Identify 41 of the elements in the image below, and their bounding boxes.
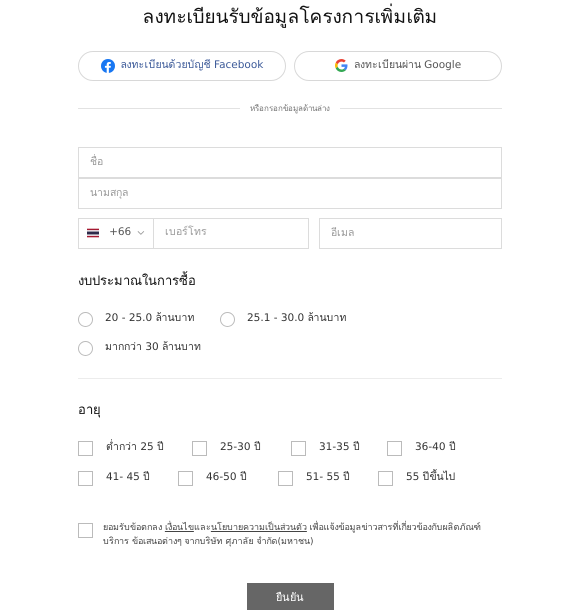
option-label: 55 ปีขึ้นไป	[406, 470, 456, 486]
facebook-signup-button[interactable]: ลงทะเบียนด้วยบัญชี Facebook	[78, 50, 286, 81]
checkbox[interactable]	[78, 470, 93, 486]
checkbox[interactable]	[78, 440, 93, 456]
first-name-field[interactable]: ชื่อ	[78, 146, 502, 178]
facebook-icon	[100, 58, 115, 73]
submit-button[interactable]: ยืนยัน	[246, 582, 334, 610]
policy-link[interactable]: นโยบายความเป็นส่วนตัว	[210, 522, 307, 533]
google-signup-button[interactable]: ลงทะเบียนผ่าน Google	[294, 50, 502, 81]
radio-button[interactable]	[78, 340, 93, 356]
checkbox[interactable]	[387, 440, 402, 456]
checkbox[interactable]	[378, 470, 393, 486]
thai-flag-icon	[87, 228, 100, 238]
option-label: 25-30 ปี	[220, 440, 261, 456]
divider-label: หรือกรอกข้อมูลด้านล่าง	[250, 102, 330, 115]
page-title: ลงทะเบียนรับข้อมูลโครงการเพิ่มเติม	[78, 6, 502, 29]
option-label: ต่ำกว่า 25 ปี	[106, 440, 164, 456]
policy-link[interactable]: เงื่อนไข	[164, 522, 194, 533]
option-label: 51- 55 ปี	[306, 470, 350, 486]
option-label: 20 - 25.0 ล้านบาท	[105, 311, 195, 326]
checkbox[interactable]	[278, 470, 293, 486]
phone-field[interactable]: +66 เบอร์โทร	[78, 218, 309, 249]
checkbox[interactable]	[78, 522, 93, 538]
chevron-down-icon	[137, 230, 145, 236]
option-label: 46-50 ปี	[206, 470, 247, 486]
checkbox[interactable]	[291, 440, 306, 456]
radio-button[interactable]	[220, 312, 235, 327]
checkbox[interactable]	[192, 440, 207, 456]
google-icon	[334, 59, 348, 72]
option-label: 25.1 - 30.0 ล้านบาท	[247, 311, 347, 326]
checkbox[interactable]	[178, 470, 193, 486]
option-label: 31-35 ปี	[319, 440, 360, 456]
radio-button[interactable]	[78, 312, 93, 327]
option-label: 36-40 ปี	[415, 440, 456, 456]
section-heading: งบประมาณในการซื้อ	[78, 274, 502, 290]
consent-text: ยอมรับข้อตกลง เงื่อนไขและนโยบายความเป็นส่วนตัว เพื่อแจ้งข้อมูลข่าวสารที่เกี่ยวข้องกับผลิตภัณฑ์ บริการ ข้อเสนอต่างๆ จากบริษัท ศุภาลัย จำกัด(มหาชน)	[103, 520, 482, 550]
section-heading: อายุ	[78, 402, 102, 418]
email-field[interactable]: อีเมล	[319, 218, 502, 249]
option-label: 41- 45 ปี	[106, 470, 150, 486]
option-label: มากกว่า 30 ล้านบาท	[105, 340, 202, 356]
last-name-field[interactable]: นามสกุล	[78, 178, 502, 209]
